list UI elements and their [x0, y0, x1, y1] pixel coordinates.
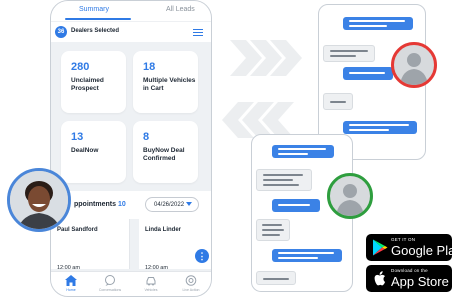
apple-icon: [374, 271, 386, 286]
phone-app: Summary All Leads 36 Dealers Selected 28…: [50, 0, 212, 297]
message-bubble-outgoing: [272, 249, 342, 262]
bottom-nav: Home Conversations Vehicles Live Action: [51, 271, 211, 296]
appointments-title-text: ppointments: [74, 201, 116, 208]
card-multiple-vehicles[interactable]: 18 Multiple Vehicles in Cart: [133, 51, 198, 113]
appointments-header: ppointments 10 04/26/2022: [51, 191, 211, 219]
message-bubble-incoming: [256, 271, 296, 285]
app-store-small-text: Download on the: [391, 268, 428, 273]
chat-icon: [105, 275, 115, 286]
user-placeholder-icon: [336, 184, 364, 216]
car-icon: [146, 277, 156, 286]
card-label: BuyNow Deal Confirmed: [143, 147, 185, 162]
user-placeholder-icon: [400, 53, 428, 85]
nav-conversations[interactable]: Conversations: [92, 275, 128, 292]
message-bubble-outgoing: [272, 199, 320, 212]
card-buynow-confirmed[interactable]: 8 BuyNow Deal Confirmed: [133, 121, 198, 183]
caret-down-icon: [186, 202, 192, 206]
appointment-name: Linda Linder: [145, 227, 181, 233]
card-label: DealNow: [71, 147, 99, 154]
google-play-icon: [373, 239, 388, 256]
tab-summary[interactable]: Summary: [79, 6, 109, 13]
card-value: 280: [71, 61, 90, 73]
customer-avatar: [7, 168, 71, 232]
google-play-badge[interactable]: GET IT ON Google Play: [366, 234, 452, 261]
appointment-name: Paul Sandford: [57, 227, 98, 233]
card-label: Unclaimed Prospect: [71, 77, 104, 92]
appointment-card[interactable]: Paul Sandford 12:00 am: [51, 219, 130, 271]
google-play-small-text: GET IT ON: [391, 237, 416, 242]
dealer-count-badge: 36: [55, 26, 67, 38]
tab-all-leads[interactable]: All Leads: [166, 6, 195, 13]
date-value: 04/26/2022: [154, 201, 185, 208]
top-tabs: Summary All Leads: [51, 1, 211, 21]
card-value: 18: [143, 61, 156, 73]
appointments-count: 10: [117, 201, 126, 208]
card-dealnow[interactable]: 13 DealNow: [61, 121, 126, 183]
app-store-big-text: App Store: [391, 274, 449, 289]
card-label: Multiple Vehicles in Cart: [143, 77, 196, 92]
appointments-title: ppointments 10: [74, 201, 126, 208]
more-options-button[interactable]: ⋮: [195, 249, 209, 263]
nav-home-label: Home: [66, 288, 76, 292]
nav-live-action-label: Live Action: [182, 288, 200, 292]
message-bubble-incoming: [256, 169, 312, 191]
app-store-badge[interactable]: Download on the App Store: [366, 265, 452, 292]
dealers-selected-row[interactable]: 36 Dealers Selected: [51, 21, 211, 42]
card-value: 13: [71, 131, 84, 143]
customer-chat-avatar: [327, 173, 373, 219]
home-icon: [65, 275, 77, 286]
nav-vehicles[interactable]: Vehicles: [133, 275, 169, 292]
card-unclaimed-prospect[interactable]: 280 Unclaimed Prospect: [61, 51, 126, 113]
card-value: 8: [143, 131, 150, 143]
message-bubble-incoming: [323, 45, 375, 62]
person-photo-icon: [10, 171, 68, 229]
live-action-icon: [185, 275, 197, 286]
nav-conversations-label: Conversations: [98, 288, 122, 292]
nav-live-action[interactable]: Live Action: [173, 275, 209, 292]
nav-home[interactable]: Home: [53, 275, 89, 292]
message-bubble-outgoing: [272, 145, 334, 158]
active-tab-indicator: [65, 18, 131, 20]
message-bubble-incoming: [256, 219, 290, 241]
message-bubble-outgoing: [343, 17, 413, 30]
message-bubble-incoming: [323, 93, 353, 110]
dealers-selected-label: Dealers Selected: [71, 28, 120, 34]
message-bubble-outgoing: [343, 121, 417, 134]
nav-vehicles-label: Vehicles: [144, 288, 158, 292]
google-play-big-text: Google Play: [391, 243, 452, 258]
date-picker[interactable]: 04/26/2022: [145, 197, 199, 212]
message-bubble-outgoing: [343, 67, 393, 80]
menu-icon[interactable]: [193, 29, 203, 36]
dealer-avatar: [391, 42, 437, 88]
